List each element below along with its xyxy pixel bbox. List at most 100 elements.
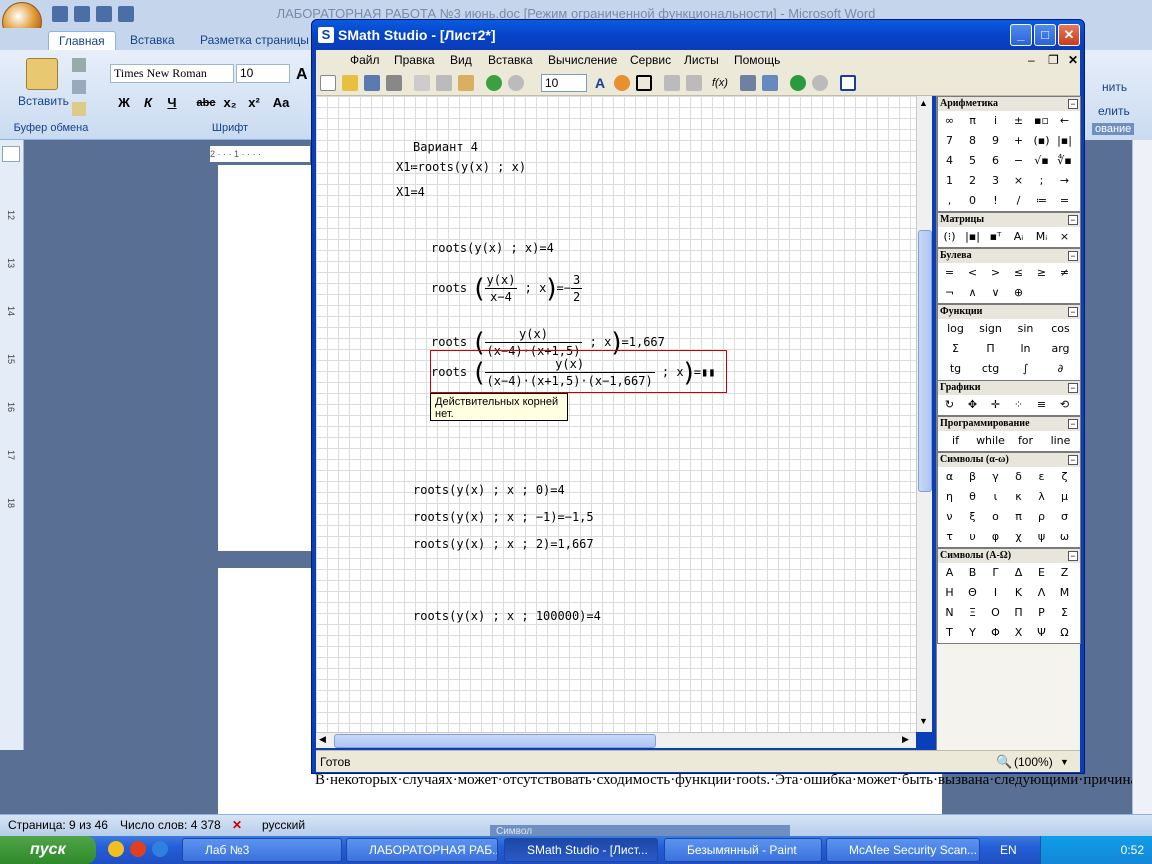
scroll-thumb[interactable] [334,734,656,748]
palette-item[interactable]: φ [984,527,1007,547]
collapse-icon[interactable]: − [1068,307,1078,317]
palette-item[interactable]: π [1007,507,1030,527]
palette-item[interactable]: , [938,191,961,211]
palette-item[interactable]: ± [1007,111,1030,131]
palette-item[interactable]: for [1008,431,1043,451]
palette-item[interactable]: Ρ [1030,603,1053,623]
palette-item[interactable]: υ [961,527,984,547]
roots-expression-6[interactable]: roots(y(x) ; x ; −1)=−1,5 [413,509,594,525]
menu-file[interactable]: Файл [350,53,380,67]
paste-icon[interactable] [458,75,474,91]
palette-item[interactable]: 0 [961,191,984,211]
palette-item[interactable]: (▪) [1030,131,1053,151]
palette-item[interactable]: ∂ [1043,359,1078,379]
redo-icon[interactable] [508,75,524,91]
palette-item[interactable]: ≔ [1030,191,1053,211]
collapse-icon[interactable]: − [1068,251,1078,261]
units-icon[interactable] [762,75,778,91]
cut-icon[interactable] [414,75,430,91]
palette-item[interactable]: Ω [1053,623,1076,643]
palette-item[interactable]: ο [984,507,1007,527]
grow-font-icon[interactable]: A [296,66,308,84]
scroll-left-icon[interactable]: ◀ [319,734,326,745]
palette-item[interactable]: (⁝) [938,227,961,247]
zoom-icon[interactable]: 🔍 [996,751,1012,773]
doc-close-button[interactable]: ✕ [1068,53,1078,67]
doc-restore-button[interactable]: ❐ [1048,53,1059,67]
palette-header[interactable]: Функции − [938,305,1080,319]
scroll-down-icon[interactable]: ▼ [919,716,928,726]
palette-header[interactable]: Символы (α-ω) − [938,453,1080,467]
palette-item[interactable]: Λ [1030,583,1053,603]
chevron-down-icon[interactable]: ▼ [1060,751,1069,773]
sheet-horizontal-scrollbar[interactable]: ◀ ▶ [316,732,916,748]
palette-item[interactable]: Π [1007,603,1030,623]
palette-item[interactable]: log [938,319,973,339]
collapse-icon[interactable]: − [1068,455,1078,465]
border-icon[interactable] [636,75,652,91]
palette-item[interactable]: π [961,111,984,131]
palette-item[interactable]: μ [1053,487,1076,507]
close-button[interactable]: ✕ [1058,24,1080,46]
palette-item[interactable]: Φ [984,623,1007,643]
sheet-vertical-scrollbar[interactable]: ▲ ▼ [916,96,932,732]
palette-item[interactable]: Χ [1007,623,1030,643]
ruler-tab-selector[interactable] [2,146,20,162]
palette-item[interactable]: ctg [973,359,1008,379]
palette-header[interactable]: Программирование − [938,417,1080,431]
palette-item[interactable]: × [1007,171,1030,191]
palette-item[interactable]: Π [973,339,1008,359]
roots-expression-1[interactable]: roots(y(x) ; x)=4 [431,240,554,256]
clock[interactable]: 0:52 [1121,843,1144,857]
palette-item[interactable]: ≠ [1053,263,1076,283]
doc-minimize-button[interactable]: – [1028,53,1035,67]
palette-item[interactable]: ε [1030,467,1053,487]
copy-icon[interactable] [72,80,86,94]
palette-item[interactable]: < [961,263,984,283]
redo-icon[interactable] [96,6,112,22]
zoom-level[interactable]: (100%) [1014,751,1053,773]
palette-item[interactable]: Ψ [1030,623,1053,643]
taskbar-button-smath[interactable]: SMath Studio - [Лист... [504,838,658,862]
format-painter-icon[interactable] [72,102,86,116]
italic-button[interactable]: К [138,94,158,112]
palette-item[interactable]: τ [938,527,961,547]
x1-result[interactable]: X1=4 [396,184,425,200]
bold-button[interactable]: Ж [114,94,134,112]
open-icon[interactable] [342,75,358,91]
palette-item[interactable]: ξ [961,507,984,527]
palette-item[interactable]: ≥ [1030,263,1053,283]
palette-item[interactable]: √▪ [1030,151,1053,171]
function-icon[interactable]: f(x) [712,75,732,91]
palette-item[interactable]: θ [961,487,984,507]
palette-item[interactable]: ψ [1030,527,1053,547]
palette-item[interactable]: ω [1053,527,1076,547]
filter-icon[interactable] [740,75,756,91]
palette-item[interactable]: Κ [1007,583,1030,603]
palette-item[interactable]: ρ [1030,507,1053,527]
palette-item[interactable]: Δ [1007,563,1030,583]
menu-help[interactable]: Помощь [734,53,780,67]
palette-item[interactable]: × [1053,227,1076,247]
palette-item[interactable]: ! [984,191,1007,211]
palette-item[interactable]: 4 [938,151,961,171]
palette-item[interactable]: ; [1030,171,1053,191]
palette-item[interactable]: Aᵢ [1007,227,1030,247]
palette-item[interactable]: while [973,431,1008,451]
palette-item[interactable]: ▪▫ [1030,111,1053,131]
panels-icon[interactable] [840,75,856,91]
palette-item[interactable]: ⁘ [1007,395,1030,415]
roots-expression-2[interactable]: roots (y(x) x−4 ; x)=− 3 2 [431,272,583,305]
superscript-button[interactable]: x² [244,94,264,112]
palette-item[interactable]: |▪| [961,227,984,247]
palette-item[interactable]: κ [1007,487,1030,507]
palette-header[interactable]: Булева − [938,249,1080,263]
palette-item[interactable]: + [1007,131,1030,151]
palette-item[interactable]: Υ [961,623,984,643]
palette-item[interactable]: ¬ [938,283,961,303]
menu-insert[interactable]: Вставка [488,53,533,67]
palette-item[interactable]: Α [938,563,961,583]
palette-item[interactable]: Ε [1030,563,1053,583]
change-case-button[interactable]: Aa [268,94,294,112]
cut-icon[interactable] [72,58,86,72]
